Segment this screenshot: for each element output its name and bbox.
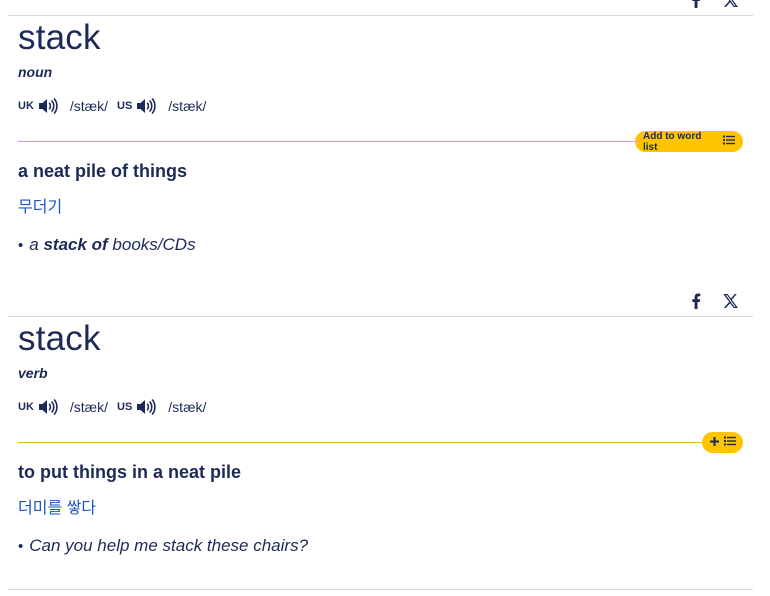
example-pre: a	[29, 235, 44, 254]
facebook-icon[interactable]	[691, 0, 701, 8]
uk-ipa: /stæk/	[69, 98, 109, 114]
example-sentence: • a stack of books/CDs	[18, 235, 196, 254]
pronunciation-row: UK /stæk/ US /stæk/	[18, 98, 215, 114]
facebook-icon[interactable]	[691, 293, 701, 309]
share-bar	[691, 293, 738, 309]
sense-divider	[18, 442, 742, 443]
us-ipa: /stæk/	[168, 399, 207, 415]
divider	[8, 316, 753, 317]
speaker-icon[interactable]	[136, 399, 156, 415]
us-label: US	[117, 401, 133, 413]
share-bar	[691, 0, 738, 8]
x-icon[interactable]	[723, 294, 738, 308]
part-of-speech: verb	[18, 365, 48, 381]
translation: 더미를 쌓다	[18, 500, 97, 517]
add-to-word-list-button[interactable]: Add to word list	[635, 130, 743, 153]
us-label: US	[117, 100, 133, 112]
definition: to put things in a neat pile	[18, 462, 241, 482]
uk-label: UK	[18, 100, 34, 112]
divider	[8, 589, 753, 590]
entry-noun: stack noun UK /stæk/ US /stæk/ Add to wo…	[0, 0, 770, 290]
add-to-word-list-button[interactable]	[702, 432, 743, 453]
example-keyword: stack of	[43, 235, 108, 254]
headword: stack	[18, 319, 101, 358]
uk-ipa: /stæk/	[69, 399, 109, 415]
speaker-icon[interactable]	[136, 98, 156, 114]
headword: stack	[18, 18, 101, 57]
add-to-word-list-label: Add to word list	[643, 130, 702, 153]
sense-divider	[18, 141, 742, 142]
part-of-speech: noun	[18, 64, 53, 80]
x-icon[interactable]	[723, 0, 738, 7]
example-post: books/CDs	[107, 235, 196, 254]
example-text: Can you help me stack these chairs?	[29, 536, 309, 555]
definition: a neat pile of things	[18, 161, 188, 181]
entry-verb: stack verb UK /stæk/ US /stæk/ to put th…	[0, 292, 770, 596]
uk-label: UK	[18, 401, 34, 413]
list-icon	[723, 436, 736, 449]
speaker-icon[interactable]	[38, 399, 58, 415]
speaker-icon[interactable]	[38, 98, 58, 114]
pronunciation-row: UK /stæk/ US /stæk/	[18, 399, 215, 415]
divider	[8, 15, 753, 16]
example-sentence: • Can you help me stack these chairs?	[18, 536, 309, 555]
translation: 무더기	[18, 199, 63, 216]
list-icon	[723, 135, 735, 148]
plus-icon	[709, 436, 719, 449]
us-ipa: /stæk/	[168, 98, 207, 114]
